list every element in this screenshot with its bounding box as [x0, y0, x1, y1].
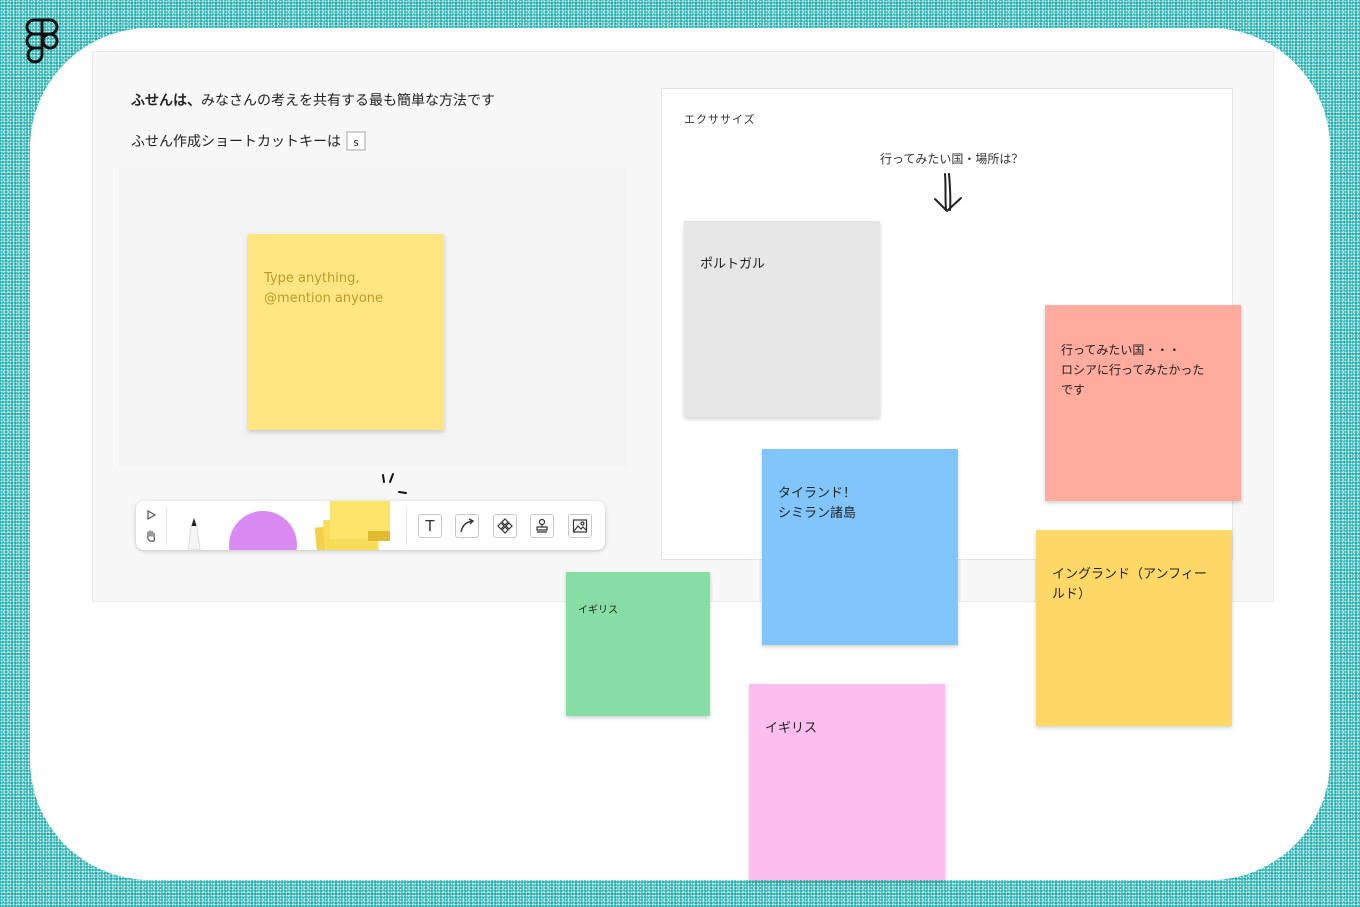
move-tool-icon[interactable]: [145, 509, 157, 521]
demo-sticky-placeholder: Type anything, @mention anyone: [264, 271, 384, 306]
text-tool-icon[interactable]: T: [418, 514, 442, 538]
sticky-note-thailand[interactable]: タイランド！ シミラン諸島: [762, 449, 958, 645]
component-tool-icon[interactable]: [493, 514, 517, 538]
text-tool-label: T: [425, 517, 435, 535]
exercise-title: エクササイズ: [684, 113, 756, 126]
connector-tool-icon[interactable]: [455, 514, 479, 538]
shape-tool-circle[interactable]: [229, 511, 297, 550]
shortcut-text: ふせん作成ショートカットキーは: [131, 134, 341, 150]
intro-heading-text: みなさんの考えを共有する最も簡単な方法です: [201, 93, 495, 109]
intro-heading: ふせんは、みなさんの考えを共有する最も簡単な方法です: [131, 90, 495, 110]
shortcut-hint: ふせん作成ショートカットキーは s: [131, 131, 366, 151]
bottom-toolbar: T: [136, 501, 605, 550]
hand-drawn-arrow-icon: [934, 173, 962, 213]
image-tool-icon[interactable]: [568, 514, 592, 538]
sticky-note-uk[interactable]: イギリス: [749, 684, 945, 880]
sparkle-icon: [382, 473, 407, 494]
sticky-note-russia[interactable]: 行ってみたい国・・・ ロシアに行ってみたかった です: [1045, 305, 1241, 501]
hand-tool-icon[interactable]: [144, 529, 158, 543]
sticky-note-text: タイランド！ シミラン諸島: [778, 486, 857, 521]
sticky-note-text: イギリス: [578, 605, 618, 616]
pen-tool-icon[interactable]: [178, 509, 210, 550]
sticky-note-tool[interactable]: [314, 501, 390, 550]
exercise-question: 行ってみたい国・場所は？: [880, 152, 1024, 166]
sticky-note-text: 行ってみたい国・・・ ロシアに行ってみたかった です: [1061, 343, 1205, 397]
toolbar-divider: [166, 507, 167, 545]
intro-heading-bold: ふせんは、: [131, 93, 201, 109]
sticky-note-uk-small[interactable]: イギリス: [566, 572, 710, 716]
toolbar-divider: [406, 507, 407, 545]
sticky-note-portugal[interactable]: ポルトガル: [684, 221, 880, 417]
sticky-note-england[interactable]: イングランド（アンフィー ルド）: [1036, 530, 1232, 726]
shortcut-keycap: s: [346, 131, 366, 151]
stamp-tool-icon[interactable]: [530, 514, 554, 538]
demo-sticky-note[interactable]: Type anything, @mention anyone: [248, 234, 444, 430]
sticky-note-text: イングランド（アンフィー ルド）: [1052, 567, 1207, 602]
sticky-note-text: イギリス: [765, 721, 818, 736]
sticky-note-text: ポルトガル: [700, 257, 766, 272]
figma-logo-icon: [25, 18, 59, 64]
